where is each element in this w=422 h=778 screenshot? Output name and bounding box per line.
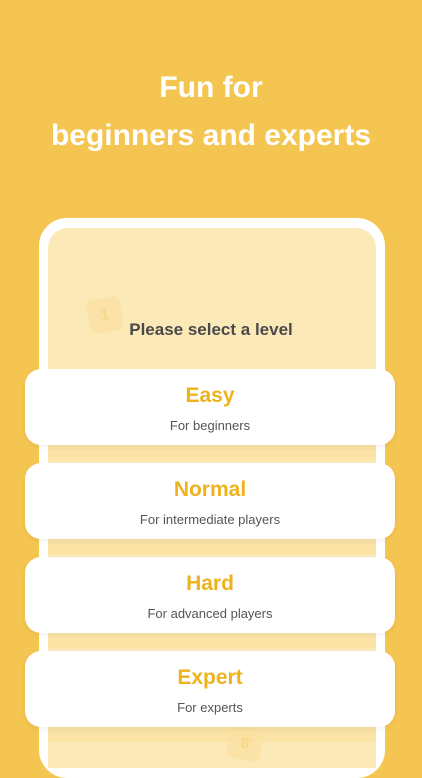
level-title: Easy bbox=[185, 384, 235, 407]
level-option-normal[interactable]: Normal For intermediate players bbox=[25, 463, 395, 539]
level-subtitle: For advanced players bbox=[147, 606, 273, 621]
level-subtitle: For experts bbox=[177, 700, 243, 715]
level-option-expert[interactable]: Expert For experts bbox=[25, 651, 395, 727]
headline-line-2: beginners and experts bbox=[50, 119, 372, 152]
level-title: Expert bbox=[177, 666, 243, 689]
level-subtitle: For beginners bbox=[169, 418, 251, 433]
background-stripe bbox=[48, 538, 376, 554]
level-title: Normal bbox=[173, 478, 247, 501]
background-stripe bbox=[48, 632, 376, 648]
background-stripe bbox=[48, 444, 376, 460]
level-select-prompt: Please select a level bbox=[129, 320, 293, 339]
level-title: Hard bbox=[186, 572, 234, 595]
level-option-easy[interactable]: Easy For beginners bbox=[25, 369, 395, 445]
number-tile-decoration: 8 bbox=[224, 722, 266, 764]
level-option-hard[interactable]: Hard For advanced players bbox=[25, 557, 395, 633]
level-subtitle: For intermediate players bbox=[139, 512, 281, 527]
headline-line-1: Fun for bbox=[159, 71, 263, 104]
background-stripe bbox=[48, 726, 376, 742]
